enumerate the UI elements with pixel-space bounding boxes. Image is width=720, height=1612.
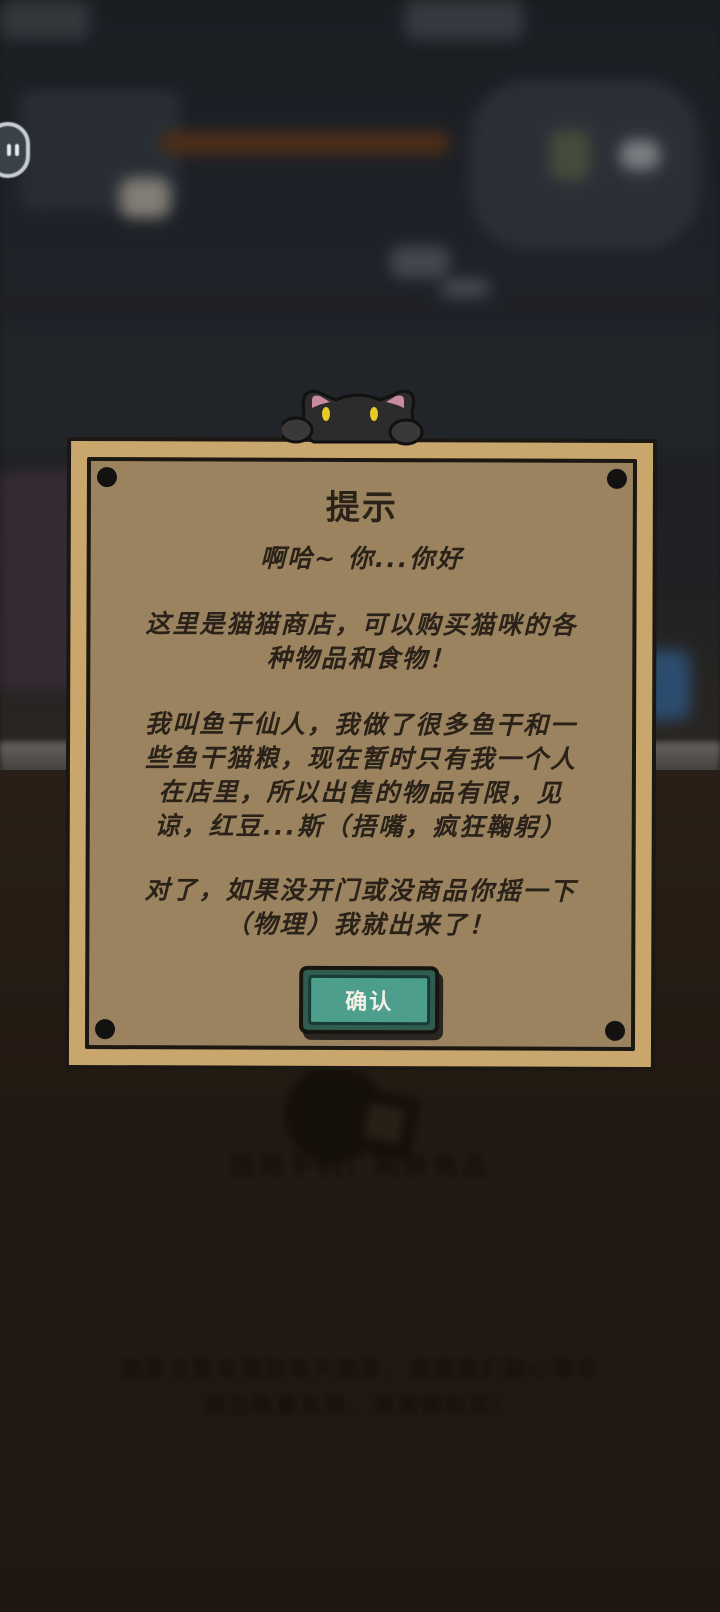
cat-peek-icon (282, 389, 424, 446)
game-scene: 摇晃手机，刷新商品 刷新次数有限制每天刷新，请猫猫们耐心等待 商品数量有限，请谨… (0, 0, 720, 1612)
pause-icon-bar (15, 144, 19, 156)
pause-icon (7, 144, 11, 156)
dialog-paragraph2-line3: 在店里，所以出售的物品有限，见 (158, 777, 564, 808)
dialog-paragraph3-line1: 对了，如果没开门或没商品你摇一下 (144, 875, 577, 906)
dialog-board: 提示 啊哈~ 你...你好 这里是猫猫商店，可以购买猫咪的各 种物品和食物！ 我… (84, 457, 638, 1051)
dialog-paragraph2-line2: 些鱼干猫粮，现在暂时只有我一个人 (144, 743, 578, 774)
confirm-button-label: 确认 (308, 974, 431, 1026)
tip-dialog: 提示 啊哈~ 你...你好 这里是猫猫商店，可以购买猫咪的各 种物品和食物！ 我… (64, 436, 658, 1072)
rivet-bottom-left (95, 1019, 116, 1040)
dialog-paragraph3-line2: （物理）我就出来了！ (225, 909, 496, 940)
dialog-title: 提示 (325, 487, 398, 529)
dialog-paragraph1-line2: 种物品和食物！ (266, 643, 456, 674)
dialog-paragraph2-line1: 我叫鱼干仙人，我做了很多鱼干和一 (145, 709, 578, 740)
dialog-greeting: 啊哈~ 你...你好 (260, 543, 464, 574)
dialog-paragraph1-line1: 这里是猫猫商店，可以购买猫咪的各 (145, 609, 578, 640)
confirm-button[interactable]: 确认 (299, 965, 440, 1035)
dialog-paragraph2-line4: 谅，红豆...斯（捂嘴，疯狂鞠躬） (154, 811, 568, 842)
rivet-bottom-right (605, 1020, 626, 1041)
